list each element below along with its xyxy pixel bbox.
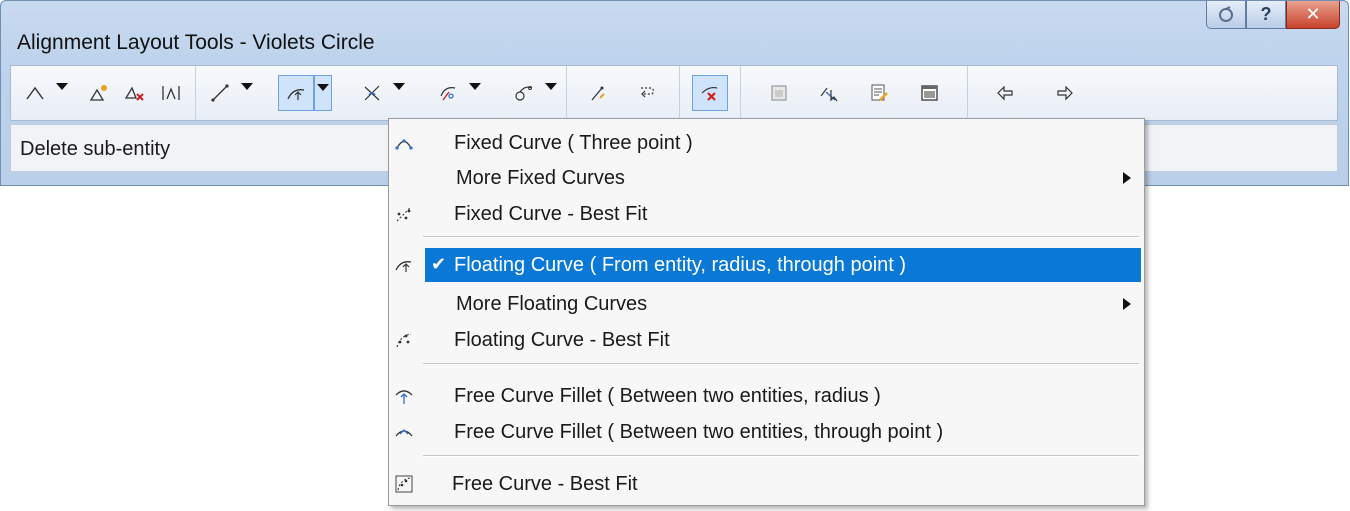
pi-break-button[interactable] — [153, 75, 189, 111]
menu-item-label: Free Curve Fillet ( Between two entities… — [454, 385, 881, 407]
menu-item-floating-curve[interactable]: ✔ Floating Curve ( From entity, radius, … — [391, 248, 1141, 282]
convert-icon — [588, 82, 610, 104]
floating-curve-icon — [285, 82, 307, 104]
tangent-line-button[interactable] — [202, 75, 238, 111]
redo-button[interactable] — [1046, 75, 1082, 111]
pin-button[interactable] — [1206, 1, 1246, 29]
tangent-line-icon — [209, 82, 231, 104]
floating-curve-button[interactable] — [278, 75, 314, 111]
compound-curve-icon — [513, 82, 535, 104]
toolbar-group-curves — [196, 66, 567, 120]
menu-item-fixed-curve-best-fit[interactable]: Fixed Curve - Best Fit — [391, 197, 1141, 231]
menu-separator — [423, 363, 1139, 365]
reverse-button[interactable] — [629, 75, 665, 111]
undo-button[interactable] — [988, 75, 1024, 111]
status-text: Delete sub-entity — [20, 138, 171, 160]
floating-curve-dropdown[interactable] — [314, 75, 332, 111]
menu-item-more-fixed-curves[interactable]: More Fixed Curves — [391, 161, 1141, 195]
toolbar-group-pi — [11, 66, 196, 120]
menu-item-free-curve-best-fit[interactable]: Free Curve - Best Fit — [391, 467, 1141, 501]
menu-separator — [423, 236, 1139, 238]
spiral-dropdown[interactable] — [466, 75, 484, 111]
menu-separator — [423, 455, 1139, 457]
edit-parameters-button[interactable] — [861, 75, 897, 111]
toolbar-group-history — [968, 66, 1088, 120]
pi-delete-button[interactable] — [117, 75, 153, 111]
menu-item-free-curve-fillet-point[interactable]: Free Curve Fillet ( Between two entities… — [391, 415, 1141, 449]
tangent-line-dropdown[interactable] — [238, 75, 256, 111]
submenu-arrow-icon — [1123, 298, 1131, 310]
reverse-icon — [636, 82, 658, 104]
pi-create-icon — [24, 82, 46, 104]
delete-sub-entity-icon — [699, 82, 721, 104]
fixed-curve-best-fit-icon — [393, 203, 415, 225]
edit-parameters-icon — [868, 82, 890, 104]
close-button[interactable]: ✕ — [1286, 1, 1340, 29]
free-curve-icon — [361, 82, 383, 104]
delete-sub-entity-button[interactable] — [692, 75, 728, 111]
select-sub-entity-icon — [768, 82, 790, 104]
free-curve-best-fit-icon — [393, 473, 415, 495]
checkmark-icon: ✔ — [431, 254, 447, 274]
menu-item-label: Fixed Curve - Best Fit — [454, 203, 648, 225]
menu-item-free-curve-fillet-radius[interactable]: Free Curve Fillet ( Between two entities… — [391, 379, 1141, 413]
free-curve-dropdown[interactable] — [390, 75, 408, 111]
free-curve-fillet-radius-icon — [393, 385, 415, 407]
toolbar-group-modify — [567, 66, 680, 120]
pi-insert-button[interactable] — [81, 75, 117, 111]
compound-curve-button[interactable] — [506, 75, 542, 111]
menu-item-label: Free Curve - Best Fit — [452, 473, 638, 495]
redo-icon — [1053, 82, 1075, 104]
pin-icon — [1217, 5, 1235, 24]
floating-curve-best-fit-icon — [393, 329, 415, 351]
sub-entity-editor-icon — [818, 82, 840, 104]
help-button[interactable]: ? — [1246, 1, 1286, 29]
grid-view-button[interactable] — [911, 75, 947, 111]
toolbar — [10, 65, 1338, 121]
help-icon: ? — [1260, 4, 1272, 24]
menu-item-fixed-curve-three-point[interactable]: Fixed Curve ( Three point ) — [391, 126, 1141, 160]
menu-item-label: Free Curve Fillet ( Between two entities… — [454, 421, 944, 443]
sub-entity-editor-button[interactable] — [811, 75, 847, 111]
compound-curve-dropdown[interactable] — [542, 75, 560, 111]
caption-buttons: ? ✕ — [1206, 1, 1340, 31]
menu-item-floating-curve-best-fit[interactable]: Floating Curve - Best Fit — [391, 323, 1141, 357]
pi-create-dropdown[interactable] — [53, 75, 71, 111]
menu-item-label: More Fixed Curves — [456, 167, 625, 189]
undo-icon — [995, 82, 1017, 104]
pi-break-icon — [160, 82, 182, 104]
grid-view-icon — [918, 82, 940, 104]
curve-dropdown-menu: Fixed Curve ( Three point ) More Fixed C… — [388, 118, 1145, 506]
menu-item-label: More Floating Curves — [456, 293, 648, 315]
menu-item-label: Fixed Curve ( Three point ) — [454, 132, 693, 154]
floating-curve-icon — [393, 254, 415, 276]
free-curve-fillet-point-icon — [393, 421, 415, 443]
menu-item-more-floating-curves[interactable]: More Floating Curves — [391, 287, 1141, 321]
menu-item-label: Floating Curve - Best Fit — [454, 329, 670, 351]
convert-button[interactable] — [581, 75, 617, 111]
close-icon: ✕ — [1305, 4, 1321, 24]
fixed-curve-three-point-icon — [393, 132, 415, 154]
free-curve-button[interactable] — [354, 75, 390, 111]
pi-insert-icon — [88, 82, 110, 104]
toolbar-group-edit — [741, 66, 968, 120]
spiral-button[interactable] — [430, 75, 466, 111]
menu-item-label: Floating Curve ( From entity, radius, th… — [454, 254, 907, 276]
spiral-icon — [437, 82, 459, 104]
select-sub-entity-button[interactable] — [761, 75, 797, 111]
window-title: Alignment Layout Tools - Violets Circle — [17, 31, 375, 54]
submenu-arrow-icon — [1123, 172, 1131, 184]
pi-create-button[interactable] — [17, 75, 53, 111]
pi-delete-icon — [124, 82, 146, 104]
toolbar-group-delete — [680, 66, 741, 120]
